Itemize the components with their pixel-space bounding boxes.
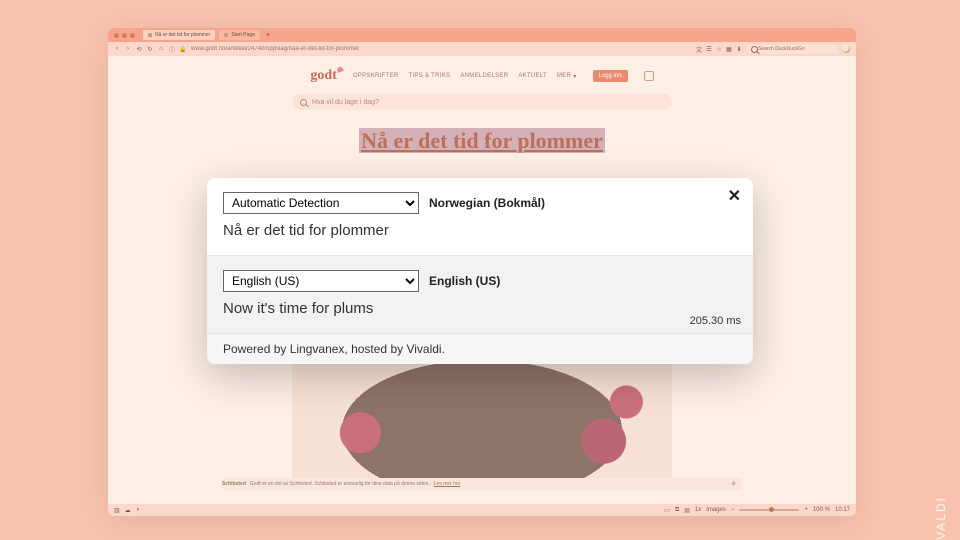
tab-start-page[interactable]: Start Page bbox=[219, 30, 260, 40]
qr-icon[interactable]: ▦ bbox=[726, 46, 732, 52]
translation-timing: 205.30 ms bbox=[690, 315, 741, 327]
schibsted-notice: Schibsted Godt er en del av Schibsted. S… bbox=[222, 478, 742, 490]
bookmark-icon[interactable]: ☆ bbox=[716, 46, 722, 52]
schibsted-text: Godt er en del av Schibsted. Schibsted e… bbox=[250, 481, 430, 487]
search-field[interactable]: Search DuckDuckGo bbox=[747, 45, 837, 54]
chevron-down-icon: ▾ bbox=[573, 73, 576, 80]
favicon-icon bbox=[224, 33, 228, 37]
source-language-detected: Norwegian (Bokmål) bbox=[429, 196, 545, 210]
nav-oppskrifter[interactable]: OPPSKRIFTER bbox=[353, 73, 399, 80]
search-placeholder: Search DuckDuckGo bbox=[758, 46, 805, 52]
clock: 10:17 bbox=[835, 507, 850, 513]
break-icon[interactable]: ◑ bbox=[136, 507, 140, 513]
source-language-select[interactable]: Automatic Detection bbox=[223, 192, 419, 214]
reader-icon[interactable]: ☰ bbox=[706, 46, 712, 52]
site-info-icon[interactable]: ⓘ bbox=[169, 46, 175, 52]
forward-button[interactable]: › bbox=[125, 46, 131, 52]
minimize-window-icon[interactable] bbox=[122, 33, 127, 38]
target-section: English (US) English (US) Now it's time … bbox=[207, 255, 753, 333]
download-icon[interactable]: ⬇ bbox=[736, 46, 742, 52]
tab-label: Start Page bbox=[231, 32, 255, 38]
url-field[interactable]: www.godt.no/artikkel/24740/oppslag/naa-e… bbox=[191, 46, 691, 52]
source-section: Automatic Detection Norwegian (Bokmål) N… bbox=[207, 178, 753, 255]
vivaldi-watermark: V VIVALDI bbox=[934, 496, 948, 540]
site-logo[interactable]: godt bbox=[310, 68, 336, 84]
shopping-bag-icon[interactable] bbox=[644, 71, 654, 81]
nav-mer[interactable]: MER▾ bbox=[557, 73, 577, 80]
panel-toggle-icon[interactable]: ▥ bbox=[114, 507, 120, 514]
home-button[interactable]: ⌂ bbox=[158, 46, 164, 52]
nav-anmeldelser[interactable]: ANMELDELSER bbox=[460, 73, 508, 80]
rewind-icon[interactable]: ⟲ bbox=[136, 46, 142, 52]
nav-tips[interactable]: TIPS & TRIKS bbox=[409, 73, 451, 80]
zoom-value[interactable]: 100 % bbox=[813, 507, 830, 513]
target-language-select[interactable]: English (US) bbox=[223, 270, 419, 292]
search-icon bbox=[300, 99, 307, 106]
tiling-icon[interactable]: ▭ bbox=[664, 507, 670, 514]
status-bar: ▥ ☁ ◑ ▭ ⧉ ▤ 1x Images − + 100 % 10:17 bbox=[108, 504, 856, 516]
tab-label: Nå er det tid for plommer bbox=[155, 32, 210, 38]
translate-icon[interactable]: 文 bbox=[696, 46, 702, 52]
article-hero-image bbox=[292, 346, 672, 486]
tab-article[interactable]: Nå er det tid for plommer bbox=[143, 30, 215, 40]
sync-icon[interactable]: ☁ bbox=[125, 507, 131, 514]
images-toggle-icon[interactable]: ▤ bbox=[684, 507, 690, 514]
search-icon bbox=[751, 46, 758, 53]
site-search-placeholder: Hva vil du lage i dag? bbox=[312, 99, 379, 106]
window-controls[interactable] bbox=[114, 33, 135, 38]
address-actions: 文 ☰ ☆ ▦ ⬇ bbox=[696, 46, 742, 52]
address-bar: ‹ › ⟲ ↻ ⌂ ⓘ 🔒 www.godt.no/artikkel/24740… bbox=[108, 42, 856, 56]
new-tab-button[interactable]: + bbox=[264, 31, 272, 39]
speed-label[interactable]: 1x bbox=[695, 507, 701, 513]
vivaldi-wordmark: VIVALDI bbox=[934, 496, 948, 540]
nav-aktuelt[interactable]: AKTUELT bbox=[518, 73, 547, 80]
headline-text-selected[interactable]: Nå er det tid for plommer bbox=[359, 128, 605, 153]
article-headline: Nå er det tid for plommer bbox=[108, 128, 856, 154]
maximize-window-icon[interactable] bbox=[130, 33, 135, 38]
tab-strip: Nå er det tid for plommer Start Page + bbox=[108, 28, 856, 42]
images-label[interactable]: Images bbox=[706, 507, 726, 513]
translated-text: Now it's time for plums bbox=[223, 300, 737, 317]
zoom-slider[interactable] bbox=[739, 509, 799, 511]
popup-footer: Powered by Lingvanex, hosted by Vivaldi. bbox=[207, 333, 753, 364]
capture-icon[interactable]: ⧉ bbox=[675, 507, 679, 514]
source-text: Nå er det tid for plommer bbox=[223, 222, 737, 239]
lock-icon: 🔒 bbox=[180, 46, 186, 52]
gear-icon[interactable]: ⚙ bbox=[732, 481, 736, 487]
schibsted-logo: Schibsted bbox=[222, 481, 246, 487]
login-button[interactable]: Logg inn bbox=[593, 70, 628, 82]
site-search[interactable]: Hva vil du lage i dag? bbox=[292, 94, 672, 110]
reload-button[interactable]: ↻ bbox=[147, 46, 153, 52]
translate-popup: ✕ Automatic Detection Norwegian (Bokmål)… bbox=[207, 178, 753, 364]
close-window-icon[interactable] bbox=[114, 33, 119, 38]
target-language-label: English (US) bbox=[429, 274, 500, 288]
profile-avatar[interactable] bbox=[842, 45, 850, 53]
back-button[interactable]: ‹ bbox=[114, 46, 120, 52]
schibsted-link[interactable]: Les mer her bbox=[434, 481, 461, 487]
favicon-icon bbox=[148, 33, 152, 37]
close-button[interactable]: ✕ bbox=[728, 186, 741, 206]
site-header: godt OPPSKRIFTER TIPS & TRIKS ANMELDELSE… bbox=[108, 62, 856, 90]
site-nav: OPPSKRIFTER TIPS & TRIKS ANMELDELSER AKT… bbox=[353, 73, 577, 80]
